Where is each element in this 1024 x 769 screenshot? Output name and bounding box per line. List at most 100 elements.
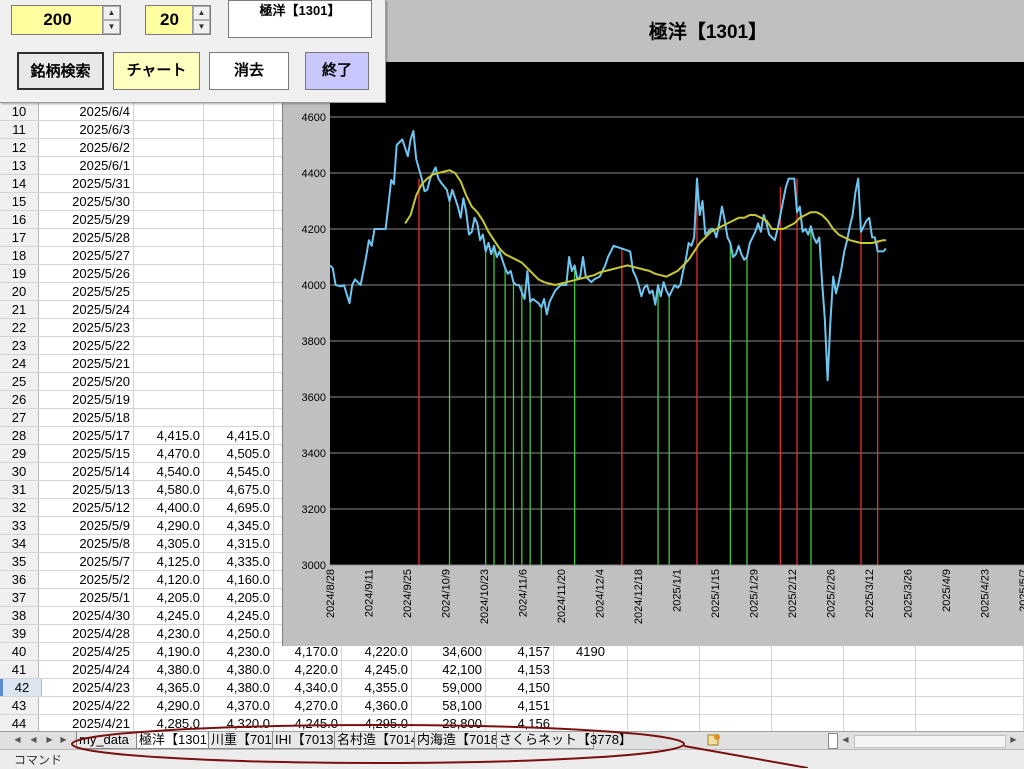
row-header[interactable]: 26: [0, 391, 39, 408]
table-cell[interactable]: [204, 337, 274, 354]
clear-button[interactable]: 消去: [209, 52, 289, 90]
table-cell[interactable]: 2025/5/28: [38, 229, 134, 246]
sheet-tab[interactable]: 名村造【7014】: [334, 732, 431, 749]
row-header[interactable]: 32: [0, 499, 39, 516]
tab-split-handle[interactable]: [828, 733, 838, 749]
prev-sheet-icon[interactable]: ◀: [28, 733, 39, 747]
table-cell[interactable]: [916, 697, 1024, 714]
table-cell[interactable]: [134, 265, 204, 282]
exit-button[interactable]: 終了: [305, 52, 369, 90]
spin-down-icon[interactable]: ▼: [193, 20, 210, 34]
table-cell[interactable]: 2025/6/2: [38, 139, 134, 156]
table-cell[interactable]: 4,190.0: [134, 643, 204, 660]
table-cell[interactable]: 4,295.0: [342, 715, 412, 732]
row-header[interactable]: 27: [0, 409, 39, 426]
row-header[interactable]: 35: [0, 553, 39, 570]
table-cell[interactable]: 4,380.0: [204, 661, 274, 678]
table-cell[interactable]: 2025/5/23: [38, 319, 134, 336]
table-cell[interactable]: [628, 715, 700, 732]
row-header[interactable]: 12: [0, 139, 39, 156]
table-cell[interactable]: [204, 103, 274, 120]
table-cell[interactable]: 4,415.0: [204, 427, 274, 444]
table-cell[interactable]: 4,305.0: [134, 535, 204, 552]
table-cell[interactable]: [134, 337, 204, 354]
table-cell[interactable]: [204, 175, 274, 192]
table-cell[interactable]: [204, 283, 274, 300]
table-cell[interactable]: 2025/5/8: [38, 535, 134, 552]
table-cell[interactable]: 4,540.0: [134, 463, 204, 480]
table-cell[interactable]: [134, 409, 204, 426]
table-cell[interactable]: 2025/5/2: [38, 571, 134, 588]
table-cell[interactable]: 4,335.0: [204, 553, 274, 570]
table-cell[interactable]: 4,125.0: [134, 553, 204, 570]
row-header[interactable]: 43: [0, 697, 39, 714]
row-header[interactable]: 29: [0, 445, 39, 462]
table-cell[interactable]: [134, 157, 204, 174]
table-cell[interactable]: 4,580.0: [134, 481, 204, 498]
table-cell[interactable]: [204, 319, 274, 336]
table-cell[interactable]: [134, 229, 204, 246]
stock-search-button[interactable]: 銘柄検索: [17, 52, 104, 90]
table-cell[interactable]: 2025/5/24: [38, 301, 134, 318]
row-header[interactable]: 25: [0, 373, 39, 390]
table-cell[interactable]: 4,365.0: [134, 679, 204, 696]
table-cell[interactable]: [204, 265, 274, 282]
sheet-tab[interactable]: my_data: [76, 732, 138, 749]
table-cell[interactable]: 4,250.0: [204, 625, 274, 642]
table-cell[interactable]: 2025/5/19: [38, 391, 134, 408]
row-header[interactable]: 16: [0, 211, 39, 228]
table-cell[interactable]: 28,800: [412, 715, 486, 732]
table-cell[interactable]: 2025/5/18: [38, 409, 134, 426]
table-cell[interactable]: [700, 661, 772, 678]
row-header[interactable]: 20: [0, 283, 39, 300]
table-cell[interactable]: 2025/5/17: [38, 427, 134, 444]
table-cell[interactable]: [134, 175, 204, 192]
table-cell[interactable]: 2025/5/1: [38, 589, 134, 606]
table-cell[interactable]: 4,370.0: [204, 697, 274, 714]
table-cell[interactable]: [844, 715, 916, 732]
table-cell[interactable]: [554, 661, 628, 678]
table-cell[interactable]: 4,245.0: [342, 661, 412, 678]
sheet-tab[interactable]: さくらネット【3778】: [496, 732, 632, 749]
table-cell[interactable]: [628, 679, 700, 696]
row-header[interactable]: 30: [0, 463, 39, 480]
table-cell[interactable]: 58,100: [412, 697, 486, 714]
table-cell[interactable]: 2025/4/28: [38, 625, 134, 642]
count-spinner[interactable]: 200 ▲ ▼: [11, 5, 121, 35]
table-cell[interactable]: 4,340.0: [274, 679, 342, 696]
table-cell[interactable]: [134, 373, 204, 390]
row-header[interactable]: 41: [0, 661, 39, 678]
period-spinner-arrows[interactable]: ▲ ▼: [192, 6, 210, 34]
table-cell[interactable]: [204, 157, 274, 174]
spin-up-icon[interactable]: ▲: [103, 6, 120, 20]
table-cell[interactable]: 2025/4/25: [38, 643, 134, 660]
table-cell[interactable]: [134, 319, 204, 336]
row-header[interactable]: 36: [0, 571, 39, 588]
table-cell[interactable]: 4,505.0: [204, 445, 274, 462]
table-cell[interactable]: [134, 283, 204, 300]
table-cell[interactable]: [204, 121, 274, 138]
table-cell[interactable]: [628, 661, 700, 678]
table-cell[interactable]: 4,245.0: [134, 607, 204, 624]
row-header[interactable]: 44: [0, 715, 39, 732]
table-cell[interactable]: 4,285.0: [134, 715, 204, 732]
table-cell[interactable]: [554, 697, 628, 714]
table-cell[interactable]: 2025/4/24: [38, 661, 134, 678]
table-cell[interactable]: [134, 193, 204, 210]
table-cell[interactable]: 2025/5/26: [38, 265, 134, 282]
table-cell[interactable]: 4,355.0: [342, 679, 412, 696]
table-cell[interactable]: 2025/6/1: [38, 157, 134, 174]
table-cell[interactable]: [134, 139, 204, 156]
row-header[interactable]: 19: [0, 265, 39, 282]
table-cell[interactable]: [700, 679, 772, 696]
first-sheet-icon[interactable]: ◀: [12, 733, 23, 747]
table-cell[interactable]: [134, 211, 204, 228]
table-cell[interactable]: [204, 409, 274, 426]
table-cell[interactable]: 4,120.0: [134, 571, 204, 588]
table-cell[interactable]: [916, 715, 1024, 732]
table-cell[interactable]: 2025/5/29: [38, 211, 134, 228]
table-cell[interactable]: 4,380.0: [134, 661, 204, 678]
table-cell[interactable]: [204, 247, 274, 264]
table-cell[interactable]: 42,100: [412, 661, 486, 678]
row-header[interactable]: 10: [0, 103, 39, 120]
